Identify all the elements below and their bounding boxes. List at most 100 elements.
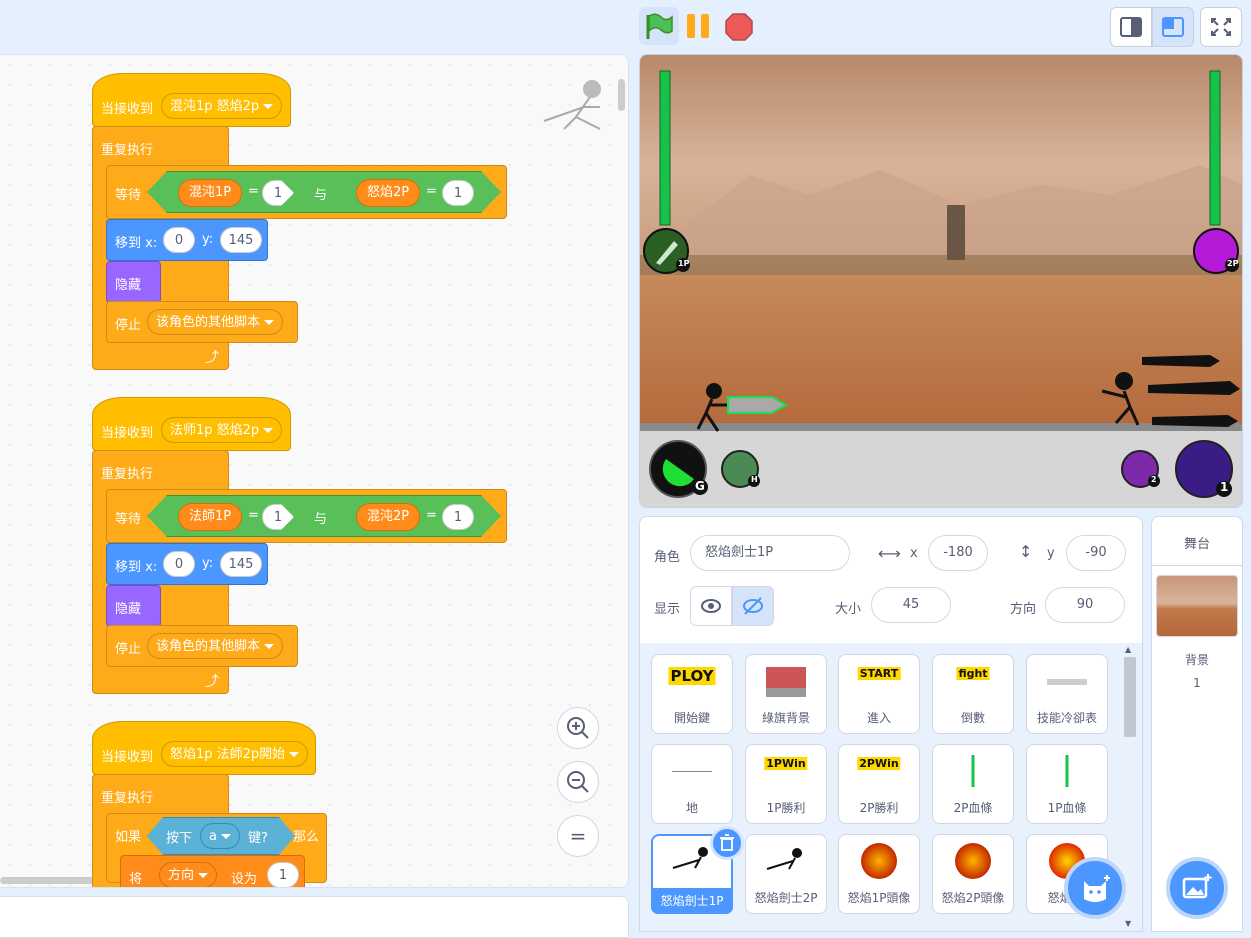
sprite-tile[interactable]: 怒焰1P頭像	[838, 834, 920, 914]
loop-arrow-icon: ⤴	[205, 674, 219, 690]
size-input[interactable]: 45	[871, 587, 951, 623]
pause-button[interactable]	[684, 12, 714, 40]
y-input[interactable]: 145	[220, 227, 262, 253]
show-visible-button[interactable]	[690, 586, 732, 626]
when-receive-block[interactable]: 当接收到 法师1p 怒焰2p	[92, 397, 291, 451]
sprite-tile[interactable]: START 進入	[838, 654, 920, 734]
hide-block[interactable]: 隐藏	[106, 261, 161, 303]
trash-icon	[720, 834, 734, 851]
sprite-thumbnail: PLOY	[668, 667, 716, 685]
value-input[interactable]: 1	[442, 180, 474, 206]
message-dropdown[interactable]: 混沌1p 怒焰2p	[161, 93, 283, 119]
variable-reporter[interactable]: 怒焰2P	[356, 179, 420, 207]
equals-operator-right[interactable]: 混沌2P = 1	[338, 499, 490, 535]
green-flag-button[interactable]	[639, 7, 679, 45]
sprite-name-input[interactable]: 怒焰劍士1P	[690, 535, 850, 571]
direction-input[interactable]: 90	[1045, 587, 1125, 623]
set-to-label: 设为	[231, 872, 258, 887]
set-value-input[interactable]: 1	[267, 862, 299, 887]
go-to-xy-block[interactable]: 移到 x: 0 y: 145	[106, 219, 268, 261]
stop-icon	[725, 13, 753, 41]
sprite-tile[interactable]: 1P血條	[1026, 744, 1108, 824]
sprite-tile[interactable]: 綠旗背景	[745, 654, 827, 734]
when-receive-block[interactable]: 当接收到 怒焰1p 法師2p開始	[92, 721, 316, 775]
equals-operator-left[interactable]: 混沌1P = 1	[166, 175, 294, 211]
y-input[interactable]: 145	[220, 551, 262, 577]
x-input[interactable]: 0	[163, 551, 195, 577]
zoom-in-button[interactable]	[557, 707, 599, 749]
value-input[interactable]: 1	[262, 180, 294, 206]
wait-until-block[interactable]: 等待 混沌1P = 1 与 怒焰2P = 1	[106, 165, 507, 219]
stop-block[interactable]: 停止 该角色的其他脚本	[106, 625, 298, 667]
sprite-tile[interactable]: PLOY 開始鍵	[651, 654, 733, 734]
stop-option-dropdown[interactable]: 该角色的其他脚本	[147, 633, 284, 659]
sprite-name: 倒數	[960, 711, 985, 725]
sprite-tile[interactable]: 2PWin 2P勝利	[838, 744, 920, 824]
small-stage-button[interactable]	[1110, 7, 1152, 47]
sprite-tile[interactable]: fight 倒數	[932, 654, 1014, 734]
stage-thumbnail[interactable]	[1156, 575, 1238, 637]
code-vertical-scrollbar[interactable]	[618, 79, 625, 111]
when-receive-block[interactable]: 当接收到 混沌1p 怒焰2p	[92, 73, 291, 127]
sprite-tile[interactable]: 2P血條	[932, 744, 1014, 824]
key-pressed-reporter[interactable]: 按下 a 键?	[147, 817, 295, 855]
sprite-tile[interactable]: 怒焰劍士2P	[745, 834, 827, 914]
message-dropdown[interactable]: 怒焰1p 法師2p開始	[161, 741, 309, 767]
stop-option-dropdown[interactable]: 该角色的其他脚本	[147, 309, 284, 335]
delete-sprite-button[interactable]	[710, 826, 744, 860]
fullscreen-button[interactable]	[1200, 7, 1242, 47]
and-operator[interactable]: 混沌1P = 1 与 怒焰2P = 1	[147, 171, 501, 213]
normal-stage-button[interactable]	[1152, 7, 1194, 47]
sprite-thumbnail	[766, 848, 802, 870]
p2-skill-2-key: 2	[1151, 475, 1157, 484]
skill-h-key: H	[751, 475, 758, 484]
sprite-tile[interactable]: 地	[651, 744, 733, 824]
hide-label: 隐藏	[115, 278, 142, 293]
y-label: y:	[202, 232, 214, 247]
stop-button[interactable]	[724, 12, 754, 42]
y-input[interactable]: -90	[1066, 535, 1126, 571]
x-input[interactable]: 0	[163, 227, 195, 253]
choose-backdrop-button[interactable]	[1166, 857, 1228, 919]
zoom-out-button[interactable]	[557, 761, 599, 803]
equals-operator-left[interactable]: 法師1P = 1	[166, 499, 294, 535]
show-hidden-button[interactable]	[732, 586, 774, 626]
choose-sprite-button[interactable]	[1064, 857, 1126, 919]
value-input[interactable]: 1	[442, 504, 474, 530]
scroll-down-icon[interactable]: ▼	[1125, 919, 1131, 928]
go-to-label: 移到 x:	[115, 236, 158, 251]
sprite-tile[interactable]: 怒焰2P頭像	[932, 834, 1014, 914]
sprite-list-scrollbar[interactable]	[1124, 657, 1136, 737]
set-variable-block[interactable]: 将 方向 设为 1	[120, 855, 305, 887]
sprite-tile[interactable]: 1PWin 1P勝利	[745, 744, 827, 824]
cat-plus-icon	[1084, 875, 1110, 902]
stage-canvas[interactable]	[640, 55, 1242, 507]
value-input[interactable]: 1	[262, 504, 294, 530]
variable-reporter[interactable]: 混沌1P	[178, 179, 242, 207]
stage-panel: 舞台 背景 1	[1151, 516, 1243, 932]
sprite-name: 2P血條	[953, 801, 993, 815]
variable-reporter[interactable]: 法師1P	[178, 503, 242, 531]
sprite-name: 怒焰劍士2P	[754, 891, 818, 905]
hide-block[interactable]: 隐藏	[106, 585, 161, 627]
key-dropdown[interactable]: a	[200, 823, 240, 849]
zoom-in-icon	[567, 717, 589, 739]
and-operator[interactable]: 法師1P = 1 与 混沌2P = 1	[147, 495, 501, 537]
set-label: 将	[129, 872, 143, 887]
stop-block[interactable]: 停止 该角色的其他脚本	[106, 301, 298, 343]
x-input[interactable]: -180	[928, 535, 988, 571]
equals-sign: =	[248, 184, 259, 199]
stage[interactable]: 1P 2P G H 2 1	[639, 54, 1243, 508]
zoom-reset-icon: =	[569, 824, 587, 848]
wait-until-block[interactable]: 等待 法師1P = 1 与 混沌2P = 1	[106, 489, 507, 543]
equals-operator-right[interactable]: 怒焰2P = 1	[338, 175, 490, 211]
code-area[interactable]: 当接收到 混沌1p 怒焰2p 重复执行 ⤴ 等待 混沌1P = 1 与 怒焰2P…	[0, 54, 629, 888]
sprite-tile[interactable]: 技能冷卻表	[1026, 654, 1108, 734]
variable-reporter[interactable]: 混沌2P	[356, 503, 420, 531]
message-dropdown[interactable]: 法师1p 怒焰2p	[161, 417, 283, 443]
zoom-reset-button[interactable]: =	[557, 815, 599, 857]
scroll-up-icon[interactable]: ▲	[1125, 645, 1131, 654]
p2-tag: 2P	[1227, 259, 1239, 268]
go-to-xy-block[interactable]: 移到 x: 0 y: 145	[106, 543, 268, 585]
variable-dropdown[interactable]: 方向	[159, 862, 218, 887]
